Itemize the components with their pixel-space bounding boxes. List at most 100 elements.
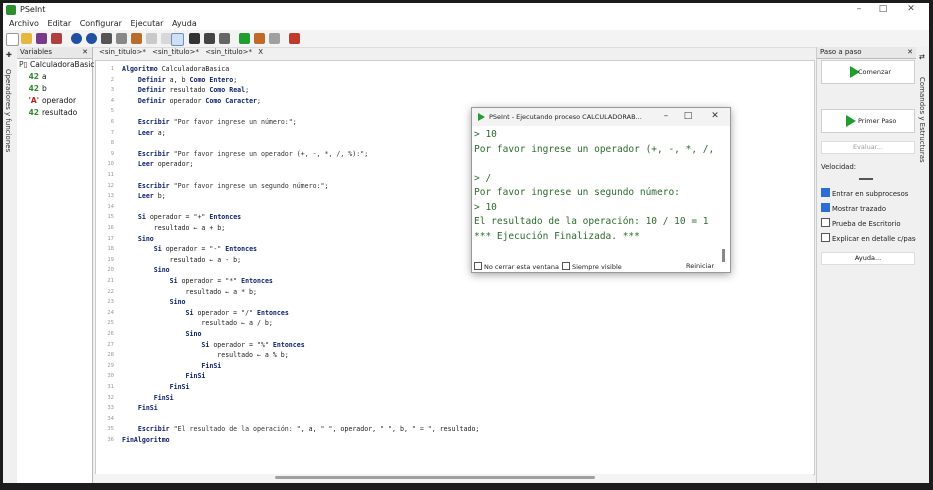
start-button[interactable]: Comenzar bbox=[821, 60, 915, 84]
new-file-icon[interactable] bbox=[6, 33, 19, 46]
debug-icon[interactable] bbox=[219, 33, 230, 44]
maximize-icon[interactable]: □ bbox=[873, 4, 893, 14]
always-visible-checkbox[interactable]: Siempre visible bbox=[562, 262, 622, 271]
code-line[interactable]: 1 Algoritmo CalculadoraBasica bbox=[96, 64, 814, 75]
variables-panel-close-icon[interactable]: ✕ bbox=[82, 47, 88, 58]
line-number: 35 bbox=[107, 426, 114, 433]
variable-item[interactable]: 42 a bbox=[17, 71, 92, 83]
code-line[interactable]: 26 Sino bbox=[96, 329, 814, 340]
editor-horizontal-scrollbar[interactable] bbox=[95, 474, 813, 482]
save-as-icon[interactable] bbox=[51, 33, 62, 44]
find-icon[interactable] bbox=[146, 33, 157, 44]
minimize-icon[interactable]: – bbox=[849, 4, 869, 14]
menu-ayuda[interactable]: Ayuda bbox=[172, 19, 197, 28]
variable-item[interactable]: 'A' operador bbox=[17, 95, 92, 107]
close-icon[interactable]: ✕ bbox=[901, 4, 921, 14]
code-text: Si operador = "+" Entonces bbox=[137, 213, 242, 222]
tab-close-icon[interactable]: X bbox=[258, 48, 263, 56]
tab-sin-titulo-3[interactable]: <sin_titulo>* bbox=[205, 48, 252, 56]
code-line[interactable]: 36 FinAlgoritmo bbox=[96, 435, 814, 446]
code-line[interactable]: 3 Definir resultado Como Real; bbox=[96, 85, 814, 96]
code-text: Sino bbox=[153, 266, 170, 275]
menu-ejecutar[interactable]: Ejecutar bbox=[130, 19, 163, 28]
commands-tab-icon[interactable]: ⇄ bbox=[919, 53, 925, 61]
save-icon[interactable] bbox=[36, 33, 47, 44]
execution-console-window[interactable]: PSeInt - Ejecutando proceso CALCULADORAB… bbox=[471, 107, 731, 273]
flowchart-icon[interactable] bbox=[189, 33, 200, 44]
option-show-trace[interactable]: Mostrar trazado bbox=[821, 203, 886, 213]
scrollbar-thumb[interactable] bbox=[275, 476, 595, 479]
menu-archivo[interactable]: Archivo bbox=[9, 19, 39, 28]
code-line[interactable]: 29 FinSi bbox=[96, 361, 814, 372]
code-line[interactable]: 28 resultado ← a % b; bbox=[96, 350, 814, 361]
no-close-checkbox[interactable]: No cerrar esta ventana bbox=[474, 262, 559, 271]
tab-sin-titulo-1[interactable]: <sin_titulo>* bbox=[99, 48, 146, 56]
code-text: resultado ← a * b; bbox=[122, 287, 257, 296]
code-line[interactable]: 27 Si operador = "%" Entonces bbox=[96, 340, 814, 351]
cut-icon[interactable] bbox=[101, 33, 112, 44]
code-line[interactable]: 35 Escribir "El resultado de la operació… bbox=[96, 424, 814, 435]
step-by-step-icon[interactable] bbox=[254, 33, 265, 44]
first-step-button[interactable]: Primer Paso bbox=[821, 109, 915, 133]
code-line[interactable]: 4 Definir operador Como Caracter; bbox=[96, 96, 814, 107]
line-number: 27 bbox=[107, 341, 114, 348]
variable-item[interactable]: 42 resultado bbox=[17, 107, 92, 119]
commands-structures-tab[interactable]: Comandos y Estructuras bbox=[918, 77, 926, 163]
code-text: Leer operador; bbox=[137, 160, 194, 169]
console-maximize-icon[interactable]: □ bbox=[680, 111, 696, 121]
variable-item[interactable]: 42 b bbox=[17, 83, 92, 95]
open-folder-icon[interactable] bbox=[21, 33, 32, 44]
line-number: 28 bbox=[107, 352, 114, 359]
code-line[interactable]: 34 bbox=[96, 414, 814, 425]
indent-icon[interactable] bbox=[171, 33, 184, 46]
variable-name: resultado bbox=[42, 108, 78, 117]
menu-configurar[interactable]: Configurar bbox=[80, 19, 122, 28]
step-icon[interactable] bbox=[204, 33, 215, 44]
console-footer: No cerrar esta ventana Siempre visible R… bbox=[472, 261, 730, 272]
line-number: 30 bbox=[107, 373, 114, 380]
help-icon[interactable] bbox=[289, 33, 300, 44]
code-line[interactable]: 32 FinSi bbox=[96, 393, 814, 404]
code-line[interactable]: 21 Si operador = "*" Entonces bbox=[96, 276, 814, 287]
console-line: El resultado de la operación: 10 / 10 = … bbox=[474, 216, 709, 227]
code-line[interactable]: 25 resultado ← a / b; bbox=[96, 318, 814, 329]
copy-icon[interactable] bbox=[116, 33, 127, 44]
evaluate-button[interactable]: Evaluar... bbox=[821, 141, 915, 154]
code-line[interactable]: 23 Sino bbox=[96, 297, 814, 308]
redo-icon[interactable] bbox=[86, 33, 97, 44]
code-text: Escribir "El resultado de la operación: … bbox=[137, 425, 480, 434]
console-close-icon[interactable]: ✕ bbox=[707, 111, 723, 121]
option-explain-each-step[interactable]: Explicar en detalle c/paso bbox=[821, 233, 920, 243]
option-enter-subprocesses[interactable]: Entrar en subprocesos bbox=[821, 188, 908, 198]
code-line[interactable]: 33 FinSi bbox=[96, 403, 814, 414]
option-desk-test[interactable]: Prueba de Escritorio bbox=[821, 218, 900, 228]
restart-button[interactable]: Reiniciar bbox=[686, 262, 714, 270]
undo-icon[interactable] bbox=[71, 33, 82, 44]
tab-sin-titulo-2[interactable]: <sin_titulo>* bbox=[152, 48, 199, 56]
algorithm-icon: P▯ bbox=[19, 60, 28, 69]
code-line[interactable]: 22 resultado ← a * b; bbox=[96, 287, 814, 298]
line-number: 33 bbox=[107, 405, 114, 412]
step-panel-close-icon[interactable]: ✕ bbox=[907, 47, 913, 58]
option-label: Explicar en detalle c/paso bbox=[832, 235, 920, 243]
draw-diagram-icon[interactable] bbox=[269, 33, 280, 44]
variables-root[interactable]: P▯ CalculadoraBasic bbox=[17, 59, 94, 71]
code-line[interactable]: 2 Definir a, b Como Entero; bbox=[96, 75, 814, 86]
speed-slider[interactable] bbox=[859, 178, 873, 180]
code-line[interactable]: 24 Si operador = "/" Entonces bbox=[96, 308, 814, 319]
menu-editar[interactable]: Editar bbox=[47, 19, 71, 28]
code-text: Sino bbox=[185, 330, 202, 338]
run-icon[interactable] bbox=[239, 33, 250, 44]
menu-bar: Archivo Editar Configurar Ejecutar Ayuda bbox=[3, 17, 929, 30]
console-line: > 10 bbox=[474, 201, 497, 213]
help-button[interactable]: Ayuda... bbox=[821, 252, 915, 265]
line-number: 31 bbox=[107, 384, 114, 390]
code-line[interactable]: 31 FinSi bbox=[96, 382, 814, 393]
operators-functions-tab[interactable]: Operadores y funciones bbox=[4, 69, 12, 152]
operators-tab-icon[interactable]: ✚ bbox=[6, 51, 12, 59]
paste-icon[interactable] bbox=[131, 33, 142, 44]
variables-panel-header: Variables ✕ bbox=[17, 47, 92, 59]
checkbox-checked-icon bbox=[821, 188, 830, 197]
code-line[interactable]: 30 FinSi bbox=[96, 371, 814, 382]
console-minimize-icon[interactable]: – bbox=[658, 111, 674, 121]
